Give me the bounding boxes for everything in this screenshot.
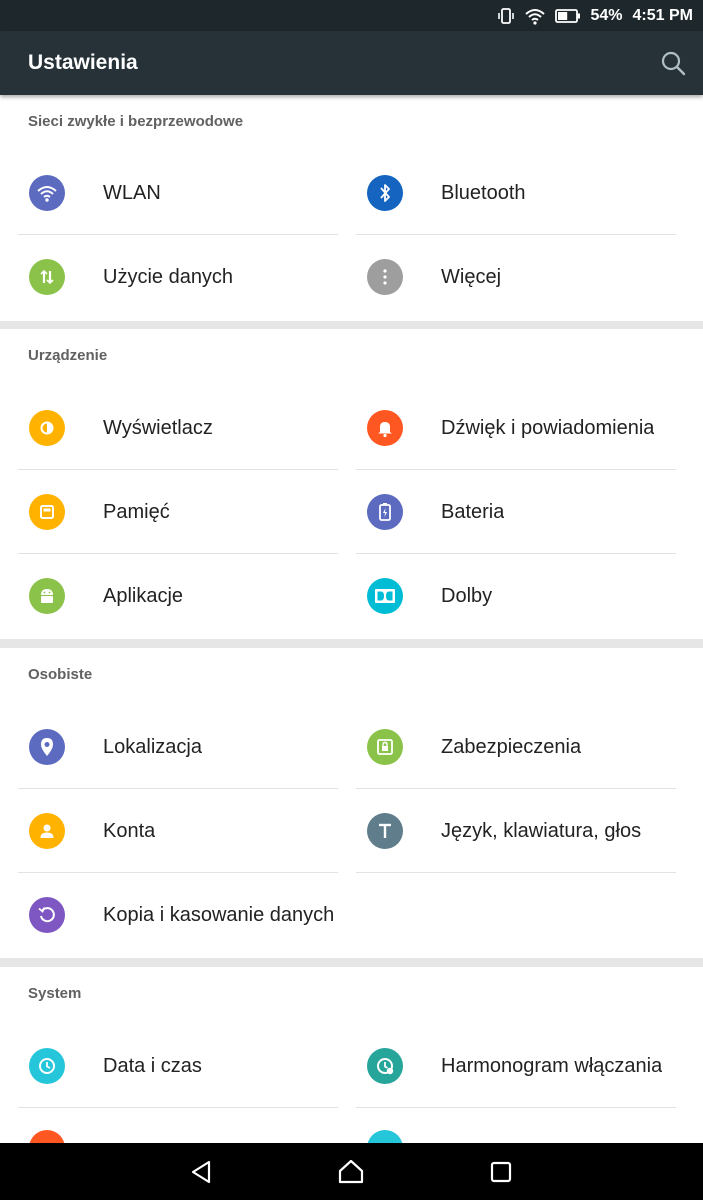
wifi-icon — [29, 175, 65, 211]
settings-item-battery[interactable]: Bateria — [356, 470, 676, 554]
data-usage-icon — [29, 259, 65, 295]
section-title: Sieci zwykłe i bezprzewodowe — [28, 113, 244, 130]
battery-icon — [554, 8, 581, 24]
home-button[interactable] — [334, 1155, 368, 1189]
battery-percent: 54% — [590, 6, 623, 24]
bell-icon — [367, 410, 403, 446]
settings-item-partial[interactable] — [18, 1108, 338, 1148]
divider — [356, 872, 676, 873]
settings-item-label: Zabezpieczenia — [441, 735, 582, 758]
settings-item-scheduled-power[interactable]: Harmonogram włączania — [356, 1024, 676, 1108]
section-personal: Osobiste Lokalizacja Zabezpieczenia Kont… — [0, 648, 703, 958]
settings-item-accounts[interactable]: Konta — [18, 789, 338, 873]
settings-item-display[interactable]: Wyświetlacz — [18, 386, 338, 470]
recents-icon — [490, 1161, 512, 1183]
settings-item-storage[interactable]: Pamięć — [18, 470, 338, 554]
settings-item-backup-reset[interactable]: Kopia i kasowanie danych — [18, 873, 338, 957]
status-bar: 54% 4:51 PM — [0, 0, 703, 31]
lock-icon — [367, 729, 403, 765]
dolby-icon — [367, 578, 403, 614]
backup-restore-icon — [29, 897, 65, 933]
settings-item-label: Bluetooth — [441, 181, 526, 204]
settings-item-label: Konta — [103, 819, 156, 842]
bluetooth-icon — [367, 175, 403, 211]
home-icon — [338, 1159, 364, 1184]
section-title: System — [28, 985, 82, 1002]
settings-item-partial[interactable] — [356, 1108, 676, 1148]
settings-item-label: Harmonogram włączania — [441, 1054, 663, 1077]
section-title: Osobiste — [28, 666, 93, 683]
settings-item-label: Użycie danych — [103, 265, 234, 288]
section-wireless: Sieci zwykłe i bezprzewodowe WLAN Blueto… — [0, 95, 703, 321]
android-icon — [29, 578, 65, 614]
search-icon — [661, 51, 686, 76]
settings-item-label: Dźwięk i powiadomienia — [441, 416, 655, 439]
page-title: Ustawienia — [28, 51, 138, 74]
search-button[interactable] — [657, 47, 689, 79]
settings-item-label: Pamięć — [103, 500, 170, 523]
settings-item-label: Bateria — [441, 500, 505, 523]
back-icon — [191, 1160, 211, 1184]
settings-item-label: Data i czas — [103, 1054, 202, 1077]
section-system: System Data i czas Harmonogram włączania — [0, 967, 703, 1148]
section-device: Urządzenie Wyświetlacz Dźwięk i powiadom… — [0, 329, 703, 639]
storage-icon — [29, 494, 65, 530]
navigation-bar — [0, 1143, 703, 1200]
display-icon — [29, 410, 65, 446]
vibrate-icon — [497, 7, 515, 25]
recents-button[interactable] — [484, 1155, 518, 1189]
clock-time: 4:51 PM — [632, 6, 693, 24]
section-title: Urządzenie — [28, 347, 108, 364]
clock-icon — [29, 1048, 65, 1084]
language-icon — [367, 813, 403, 849]
settings-item-label: Kopia i kasowanie danych — [103, 903, 335, 926]
settings-item-label: Język, klawiatura, głos — [441, 819, 642, 842]
battery-icon — [367, 494, 403, 530]
settings-item-label: Dolby — [441, 584, 493, 607]
account-icon — [29, 813, 65, 849]
schedule-power-icon — [367, 1048, 403, 1084]
settings-item-location[interactable]: Lokalizacja — [18, 705, 338, 789]
settings-item-sound[interactable]: Dźwięk i powiadomienia — [356, 386, 676, 470]
settings-item-wlan[interactable]: WLAN — [18, 151, 338, 235]
settings-item-more[interactable]: Więcej — [356, 235, 676, 319]
settings-item-language[interactable]: Język, klawiatura, głos — [356, 789, 676, 873]
wifi-icon — [524, 7, 545, 25]
settings-item-label: WLAN — [103, 181, 161, 204]
status-icons: 54% 4:51 PM — [497, 0, 693, 31]
settings-item-label: Więcej — [441, 265, 502, 288]
app-bar: Ustawienia — [0, 31, 703, 95]
settings-item-label: Lokalizacja — [103, 735, 202, 758]
location-pin-icon — [29, 729, 65, 765]
settings-item-label: Aplikacje — [103, 584, 184, 607]
settings-item-security[interactable]: Zabezpieczenia — [356, 705, 676, 789]
more-icon — [367, 259, 403, 295]
back-button[interactable] — [184, 1155, 218, 1189]
settings-item-label: Wyświetlacz — [103, 416, 213, 439]
settings-item-bluetooth[interactable]: Bluetooth — [356, 151, 676, 235]
settings-item-apps[interactable]: Aplikacje — [18, 554, 338, 638]
settings-item-dolby[interactable]: Dolby — [356, 554, 676, 638]
settings-item-data-usage[interactable]: Użycie danych — [18, 235, 338, 319]
settings-item-date-time[interactable]: Data i czas — [18, 1024, 338, 1108]
